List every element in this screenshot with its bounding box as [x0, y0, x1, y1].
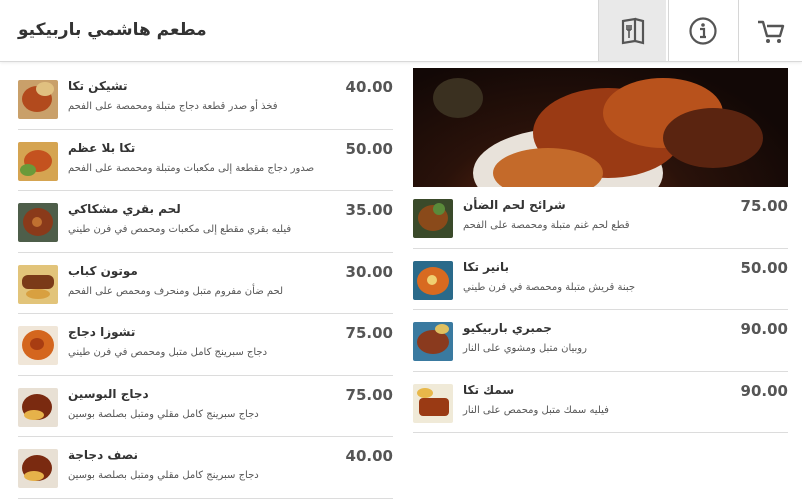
dish-description: لحم ضأن مفروم متبل ومنحرف ومحمص على الفح… — [68, 285, 284, 297]
dish-photo — [18, 141, 58, 181]
dish-description: روبيان متبل ومشوي على النار — [463, 343, 587, 354]
dish-name: تشوزا دجاج — [68, 325, 136, 339]
menu-item[interactable]: سمك تكا فيليه سمك متبل ومحمص على النار 9… — [413, 372, 788, 433]
dish-price: 50.00 — [740, 258, 788, 277]
dish-price: 30.00 — [345, 262, 393, 281]
menu-item[interactable]: تشيكن تكا فخذ أو صدر قطعة دجاج متبلة ومح… — [18, 68, 393, 130]
dish-description: دجاج سبرينج كامل مقلي ومتبل بصلصة بوسين — [68, 408, 259, 420]
dish-description: فيليه بقري مقطع إلى مكعبات ومحمص في فرن … — [68, 224, 292, 235]
dish-description: صدور دجاج مقطعة إلى مكعبات ومتبلة ومحمصة… — [68, 162, 315, 174]
dish-photo — [18, 326, 58, 365]
dish-name: شرائح لحم الضأن — [463, 198, 566, 212]
dish-description: فيليه سمك متبل ومحمص على النار — [463, 404, 609, 416]
menu-item[interactable]: لحم بقري مشكاكي فيليه بقري مقطع إلى مكعب… — [18, 191, 393, 253]
dish-name: دجاج البوسين — [68, 386, 149, 401]
menu-item[interactable]: تشوزا دجاج دجاج سبرينج كامل متبل ومحمص ف… — [18, 314, 393, 376]
dish-price: 90.00 — [740, 381, 788, 400]
menu-book-icon — [620, 17, 646, 45]
dish-name: تشيكن تكا — [68, 79, 128, 93]
dish-name: تكا بلا عظم — [68, 140, 136, 155]
dish-photo — [18, 449, 58, 488]
menu-item[interactable]: بانير تكا جبنة قريش متبلة ومحمصة في فرن … — [413, 249, 788, 310]
dish-price: 40.00 — [345, 447, 393, 465]
dish-price: 75.00 — [345, 385, 393, 404]
dish-photo — [413, 383, 453, 423]
dish-photo — [413, 322, 453, 361]
dish-photo — [18, 387, 58, 427]
cart-icon — [756, 17, 786, 45]
dish-price: 75.00 — [740, 197, 788, 215]
dish-name: سمك تكا — [463, 382, 515, 397]
dish-price: 75.00 — [345, 324, 393, 342]
menu-item[interactable]: جمبري باربيكيو روبيان متبل ومشوي على الن… — [413, 310, 788, 372]
dish-price: 40.00 — [345, 78, 393, 96]
dish-description: دجاج سبرينج كامل متبل ومحمص في فرن طيني — [68, 347, 268, 358]
dish-photo — [18, 264, 58, 304]
menu-item[interactable]: دجاج البوسين دجاج سبرينج كامل مقلي ومتبل… — [18, 376, 393, 437]
restaurant-title: مطعم هاشمي باربيكيو — [18, 20, 207, 40]
dish-photo — [18, 80, 58, 119]
dish-name: موتون كباب — [68, 263, 138, 278]
dish-description: دجاج سبرينج كامل مقلي ومتبل بصلصة بوسين — [68, 470, 259, 481]
menu-item[interactable]: شرائح لحم الضأن قطع لحم غنم متبلة ومحمصة… — [413, 187, 788, 249]
dish-name: بانير تكا — [463, 259, 510, 274]
menu-item[interactable]: نصف دجاجة دجاج سبرينج كامل مقلي ومتبل بص… — [18, 437, 393, 499]
dish-price: 90.00 — [740, 320, 788, 338]
dish-price: 50.00 — [345, 139, 393, 158]
dish-photo — [18, 203, 58, 242]
dish-description: قطع لحم غنم متبلة ومحمصة على الفحم — [463, 220, 630, 231]
menu-item[interactable]: موتون كباب لحم ضأن مفروم متبل ومنحرف ومح… — [18, 253, 393, 314]
menu-button[interactable] — [598, 0, 666, 61]
info-button[interactable] — [668, 0, 736, 61]
dish-price: 35.00 — [345, 201, 393, 219]
cart-button[interactable] — [738, 0, 802, 61]
menu-list-left: تشيكن تكا فخذ أو صدر قطعة دجاج متبلة ومح… — [18, 68, 393, 499]
info-icon — [688, 16, 718, 46]
dish-name: لحم بقري مشكاكي — [68, 202, 181, 216]
menu-list-right: شرائح لحم الضأن قطع لحم غنم متبلة ومحمصة… — [413, 68, 788, 433]
app-header: مطعم هاشمي باربيكيو — [0, 0, 802, 62]
dish-name: جمبري باربيكيو — [463, 321, 552, 335]
dish-description: جبنة قريش متبلة ومحمصة في فرن طيني — [463, 281, 636, 293]
hero-photo — [413, 68, 788, 187]
dish-name: نصف دجاجة — [68, 448, 139, 462]
dish-photo — [413, 260, 453, 300]
menu-item[interactable]: تكا بلا عظم صدور دجاج مقطعة إلى مكعبات و… — [18, 130, 393, 191]
dish-description: فخذ أو صدر قطعة دجاج متبلة ومحمصة على ال… — [68, 101, 278, 112]
dish-photo — [413, 199, 453, 238]
